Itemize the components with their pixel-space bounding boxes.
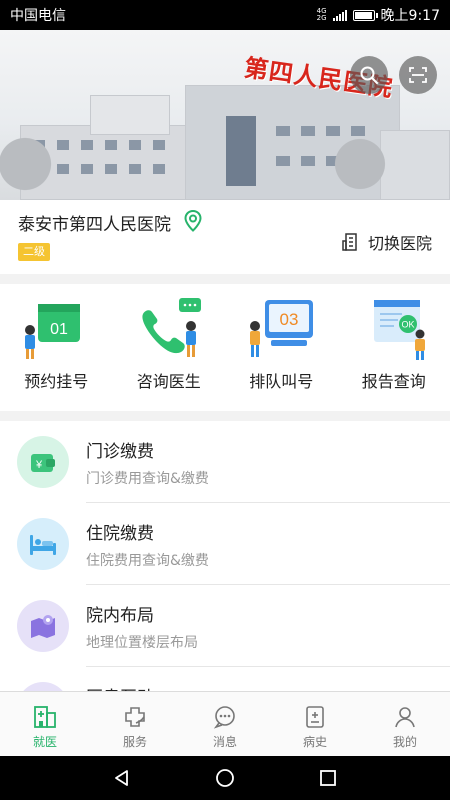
tab-label: 就医	[32, 735, 57, 749]
back-icon[interactable]	[112, 768, 132, 788]
hospital-level-badge: 二级	[18, 243, 50, 261]
tab-label: 病史	[302, 735, 327, 749]
action-report[interactable]: OK 报告查询	[338, 284, 450, 411]
service-list: ¥ 门诊缴费 门诊费用查询&缴费 住院缴费 住院费用查询&缴费 院内布局 地理位…	[0, 421, 450, 691]
report-icon: OK	[354, 296, 434, 362]
search-icon	[360, 66, 378, 84]
tab-history[interactable]: 病史	[270, 692, 360, 756]
message-icon	[213, 706, 235, 729]
search-button[interactable]	[350, 56, 388, 94]
bottom-tab-bar: 就医 服务 消息 病史 我的	[0, 691, 450, 756]
chat-icon	[17, 682, 69, 691]
user-icon	[395, 707, 415, 728]
tab-service[interactable]: 服务	[90, 692, 180, 756]
tab-profile[interactable]: 我的	[360, 692, 450, 756]
tab-label: 消息	[212, 735, 237, 749]
list-item-hospital-layout[interactable]: 院内布局 地理位置楼层布局	[0, 585, 450, 667]
battery-icon	[352, 9, 378, 21]
carrier-label: 中国电信	[10, 8, 66, 24]
list-item-outpatient-payment[interactable]: ¥ 门诊缴费 门诊费用查询&缴费	[0, 421, 450, 503]
phone-icon	[129, 296, 209, 362]
map-icon	[17, 600, 69, 652]
hospital-name: 泰安市第四人民医院	[18, 215, 171, 235]
tab-label: 我的	[392, 735, 417, 749]
signal-icon	[332, 9, 347, 21]
quick-actions: 01 预约挂号 咨询医生 03 排队叫号 OK 报告查询	[0, 284, 450, 411]
action-queue[interactable]: 03 排队叫号	[225, 284, 338, 411]
action-queue-label: 排队叫号	[249, 372, 314, 391]
hospital-icon	[34, 706, 56, 728]
clock: 晚上9:17	[380, 8, 440, 24]
action-consult[interactable]: 咨询医生	[113, 284, 226, 411]
list-item-subtitle: 住院费用查询&缴费	[86, 553, 209, 569]
calendar-icon: 01	[16, 296, 96, 362]
action-appointment-label: 预约挂号	[24, 372, 89, 391]
tab-messages[interactable]: 消息	[180, 692, 270, 756]
tab-medical[interactable]: 就医	[0, 692, 90, 756]
list-item-title: 住院缴费	[86, 524, 154, 544]
action-appointment[interactable]: 01 预约挂号	[0, 284, 113, 411]
switch-hospital-label: 切换医院	[367, 234, 432, 253]
app-screen: 中国电信 4G 2G 晚上9:17 第四人民医院 泰安市第四人民医院 二级 切换…	[0, 0, 450, 800]
wallet-icon: ¥	[17, 436, 69, 488]
switch-hospital-button[interactable]: 切换医院	[342, 230, 432, 254]
network-type: 4G 2G	[316, 7, 327, 22]
list-item-title: 医患互动	[86, 683, 154, 691]
list-item-title: 门诊缴费	[86, 442, 154, 462]
location-pin-icon[interactable]	[184, 210, 202, 232]
svg-text:03: 03	[280, 310, 299, 329]
svg-text:¥: ¥	[35, 459, 43, 471]
building-right	[380, 130, 450, 200]
home-icon[interactable]	[215, 768, 235, 788]
list-item-inpatient-payment[interactable]: 住院缴费 住院费用查询&缴费	[0, 503, 450, 585]
recent-apps-icon[interactable]	[318, 768, 338, 788]
tab-label: 服务	[122, 735, 147, 749]
medical-record-icon	[306, 706, 324, 728]
building-icon	[342, 233, 357, 251]
status-bar: 中国电信 4G 2G 晚上9:17	[0, 0, 450, 30]
action-consult-label: 咨询医生	[136, 372, 201, 391]
building-top	[90, 95, 170, 135]
action-report-label: 报告查询	[361, 372, 426, 391]
scan-icon	[409, 67, 427, 83]
hospital-banner: 第四人民医院	[0, 30, 450, 200]
list-item-doctor-patient[interactable]: 医患互动	[0, 667, 450, 691]
tree-right	[330, 110, 390, 200]
tree-left	[0, 110, 60, 200]
list-item-subtitle: 门诊费用查询&缴费	[86, 471, 209, 487]
status-icons: 4G 2G 晚上9:17	[317, 5, 440, 25]
service-icon	[125, 707, 145, 727]
list-item-title: 院内布局	[86, 606, 154, 626]
hospital-bed-icon	[17, 518, 69, 570]
system-nav-bar	[0, 756, 450, 800]
hospital-info: 泰安市第四人民医院 二级 切换医院	[0, 200, 450, 274]
svg-text:01: 01	[50, 321, 68, 338]
list-item-subtitle: 地理位置楼层布局	[86, 635, 198, 651]
queue-ticket-icon: 03	[241, 296, 321, 362]
scan-button[interactable]	[399, 56, 437, 94]
svg-text:OK: OK	[401, 320, 414, 330]
